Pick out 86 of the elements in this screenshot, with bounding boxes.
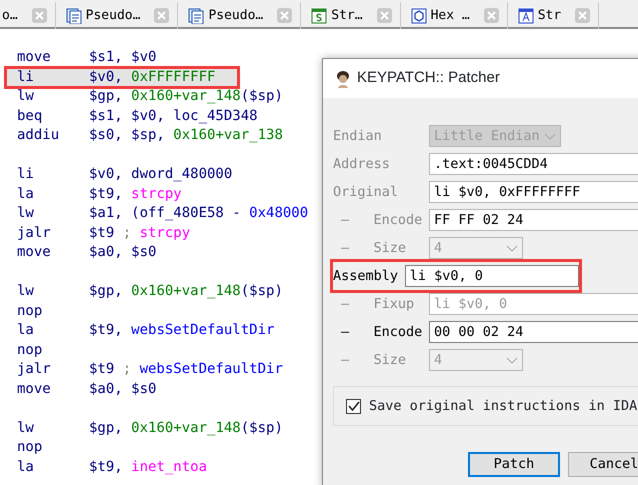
- mnemonic: li: [17, 68, 35, 86]
- chevron-down-icon: [544, 132, 556, 140]
- operands: $a1, (off_480E58 - 0x48000: [89, 204, 308, 223]
- document-icon: [188, 8, 204, 24]
- close-icon[interactable]: [575, 8, 590, 23]
- input-field[interactable]: .text:0045CDD4: [429, 153, 638, 175]
- tab-label: o…: [2, 6, 18, 25]
- operands: $s0, $sp, 0x160+var_138: [89, 126, 283, 145]
- strings-icon: [311, 8, 328, 24]
- operands: $t9 ; websSetDefaultDir: [89, 360, 283, 379]
- tab[interactable]: Hex …: [400, 2, 508, 29]
- field-label: Endian: [333, 126, 383, 146]
- operands: $t9, websSetDefaultDir: [89, 321, 274, 340]
- field-label: Address: [333, 154, 391, 174]
- input-field[interactable]: li $v0, 0: [404, 265, 579, 287]
- tab-label: Pseudo…: [208, 6, 264, 25]
- dropdown-value: 4: [434, 238, 442, 258]
- operands: $a0, $s0: [89, 243, 156, 262]
- cancel-button[interactable]: Cancel: [568, 452, 638, 477]
- mnemonic: lw: [16, 204, 35, 223]
- mnemonic: lw: [16, 418, 35, 438]
- close-icon[interactable]: [32, 8, 47, 23]
- mnemonic: la: [16, 458, 35, 476]
- dash-mark: –: [341, 212, 350, 228]
- checkbox[interactable]: [346, 398, 361, 414]
- operands: $s1, $v0: [89, 48, 156, 67]
- operands: $s1, $v0, loc_45D348: [89, 106, 258, 126]
- portrait-icon: [335, 70, 351, 88]
- chevron-down-icon: [506, 244, 518, 252]
- dash-mark: –: [341, 296, 350, 312]
- letter-icon: [518, 8, 534, 24]
- operands: $gp, 0x160+var_148($sp): [89, 87, 283, 106]
- mnemonic: la: [16, 184, 35, 204]
- mnemonic: li: [16, 165, 35, 184]
- field-label: Encode: [374, 324, 422, 340]
- mnemonic: nop: [16, 438, 44, 457]
- dash-mark: –: [341, 352, 350, 368]
- operands: $a0, $s0: [89, 380, 156, 398]
- mnemonic: la: [16, 321, 35, 340]
- chevron-down-icon: [506, 356, 518, 364]
- mnemonic: move: [16, 243, 52, 262]
- field-label: Original: [333, 182, 400, 202]
- tab[interactable]: Str: [508, 2, 600, 29]
- operands: $t9, inet_ntoa: [89, 458, 208, 476]
- tab[interactable]: Pseudo…: [178, 2, 302, 29]
- mnemonic: move: [16, 48, 52, 67]
- tab[interactable]: o…: [0, 2, 56, 29]
- input-field[interactable]: 00 00 02 24: [429, 321, 638, 343]
- operands: $v0, dword_480000: [89, 165, 232, 184]
- mnemonic: beq: [16, 106, 44, 126]
- field-label: Size: [374, 240, 406, 256]
- tab[interactable]: Pseudo…: [56, 2, 178, 29]
- operands: $gp, 0x160+var_148($sp): [89, 282, 283, 301]
- operands: $t9, strcpy: [89, 184, 182, 204]
- dropdown-value: 4: [434, 350, 442, 370]
- mnemonic: move: [16, 380, 52, 398]
- input-field[interactable]: FF FF 02 24: [429, 209, 638, 231]
- dash-mark: –: [341, 324, 350, 340]
- field-label: Fixup: [374, 296, 414, 312]
- checkbox-label: Save original instructions in IDA: [369, 396, 638, 416]
- window-title: KEYPATCH:: Patcher: [357, 68, 500, 88]
- mnemonic: lw: [16, 87, 35, 106]
- mnemonic: lw: [16, 282, 35, 301]
- close-icon[interactable]: [154, 8, 170, 23]
- tab-label: Str…: [331, 6, 363, 25]
- mnemonic: addiu: [16, 126, 60, 145]
- operands: $gp, 0x160+var_148($sp): [89, 418, 283, 438]
- operands: $v0, 0xFFFFFFFF: [89, 68, 216, 86]
- field-label: Size: [374, 352, 406, 368]
- close-icon[interactable]: [376, 8, 392, 23]
- document-icon: [66, 8, 82, 24]
- mnemonic: jalr: [16, 360, 52, 379]
- dash-mark: –: [341, 240, 350, 256]
- tab-label: Pseudo…: [86, 6, 140, 25]
- field-label: Encode: [374, 212, 422, 228]
- tab-label: Str: [538, 6, 562, 25]
- patch-button[interactable]: Patch: [468, 452, 560, 477]
- tab[interactable]: Str…: [301, 2, 401, 29]
- mnemonic: jalr: [16, 224, 52, 242]
- input-field[interactable]: li $v0, 0xFFFFFFFF: [429, 181, 638, 203]
- checkmark-icon: [348, 401, 360, 411]
- tab-label: Hex …: [430, 6, 470, 25]
- operands: $t9 ; strcpy: [89, 224, 190, 242]
- close-icon[interactable]: [277, 8, 292, 23]
- close-icon[interactable]: [484, 8, 499, 23]
- field-label: Assembly: [333, 266, 400, 286]
